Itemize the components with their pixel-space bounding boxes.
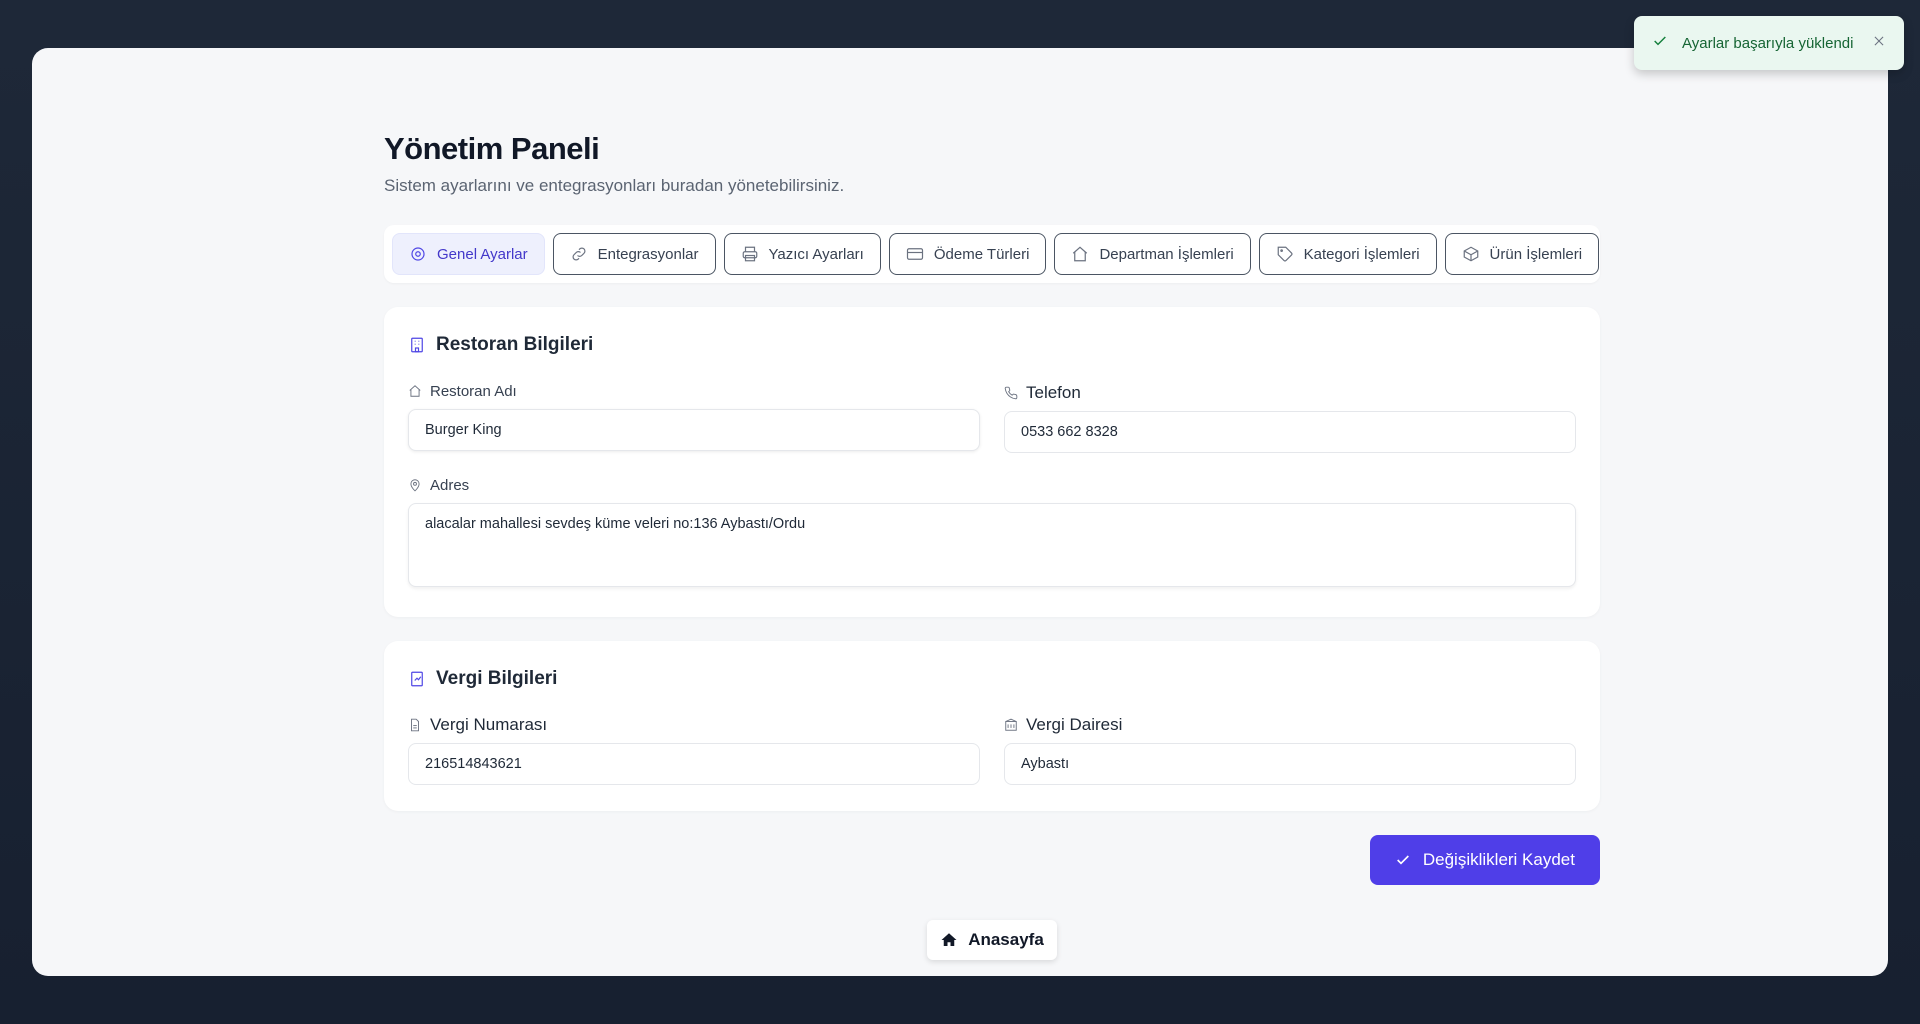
tab-department-operations[interactable]: Departman İşlemleri: [1054, 233, 1251, 275]
tab-product-operations[interactable]: Ürün İşlemleri: [1444, 233, 1600, 275]
tax-number-label: Vergi Numarası: [408, 715, 980, 735]
restaurant-info-card: Restoran Bilgileri Restoran Adı Burger K…: [384, 307, 1600, 617]
page-subtitle: Sistem ayarlarını ve entegrasyonları bur…: [384, 176, 845, 195]
restaurant-name-input[interactable]: Burger King: [408, 409, 980, 451]
tab-label: Ürün İşlemleri: [1489, 245, 1583, 263]
tax-number-field: Vergi Numarası 216514843621: [408, 715, 980, 785]
tax-office-input[interactable]: Aybastı: [1004, 743, 1576, 785]
printer-icon: [742, 246, 757, 262]
tab-printer-settings[interactable]: Yazıcı Ayarları: [723, 233, 881, 275]
building-icon: [411, 337, 423, 353]
restaurant-name-field: Restoran Adı Burger King: [408, 381, 980, 453]
save-button-label: Değişiklikleri Kaydet: [1422, 850, 1575, 869]
label-text: Vergi Numarası: [430, 715, 548, 734]
main-panel: Yönetim Paneli Sistem ayarlarını ve ente…: [32, 48, 1888, 976]
box-icon: [1463, 246, 1478, 262]
form-actions: Değişiklikleri Kaydet: [384, 835, 1600, 885]
restaurant-name-label: Restoran Adı: [408, 381, 980, 401]
tax-office-field: Vergi Dairesi Aybastı: [1004, 715, 1576, 785]
tag-icon: [1277, 246, 1293, 262]
gear-icon: [411, 247, 425, 261]
card-title-tax: Vergi Bilgileri: [408, 665, 1576, 693]
close-icon[interactable]: [1872, 34, 1886, 52]
phone-input[interactable]: 0533 662 8328: [1004, 411, 1576, 453]
tab-label: Yazıcı Ayarları: [768, 245, 864, 263]
check-icon: [1652, 33, 1668, 53]
tab-payment-types[interactable]: Ödeme Türleri: [888, 233, 1047, 275]
check-icon: [1396, 855, 1409, 865]
label-text: Adres: [430, 476, 470, 494]
settings-content: Yönetim Paneli Sistem ayarlarını ve ente…: [384, 80, 1600, 885]
address-textarea[interactable]: alacalar mahallesi sevdeş küme veleri no…: [408, 503, 1576, 587]
tab-label: Ödeme Türleri: [933, 245, 1030, 263]
tax-info-card: Vergi Bilgileri Vergi Numarası 216514843…: [384, 641, 1600, 811]
home-icon: [1073, 246, 1088, 262]
tab-label: Kategori İşlemleri: [1303, 245, 1420, 263]
card-title-text: Restoran Bilgileri: [436, 334, 594, 355]
label-text: Restoran Adı: [430, 382, 517, 400]
tab-label: Departman İşlemleri: [1099, 245, 1234, 263]
tab-label: Entegrasyonlar: [597, 245, 699, 263]
tab-label: Genel Ayarlar: [437, 245, 528, 263]
page-title: Yönetim Paneli: [384, 131, 600, 166]
tab-general-settings[interactable]: Genel Ayarlar: [392, 233, 545, 275]
document-icon: [411, 718, 419, 732]
phone-label: Telefon: [1004, 383, 1576, 403]
tab-category-operations[interactable]: Kategori İşlemleri: [1258, 233, 1437, 275]
building-icon: [1005, 718, 1017, 731]
home-button-label: Anasayfa: [968, 930, 1044, 949]
link-icon: [572, 247, 586, 261]
tax-number-input[interactable]: 216514843621: [408, 743, 980, 785]
credit-card-icon: [906, 248, 923, 260]
address-label: Adres: [408, 475, 1576, 495]
home-icon: [409, 385, 421, 397]
tax-office-label: Vergi Dairesi: [1004, 715, 1576, 735]
card-title-text: Vergi Bilgileri: [436, 668, 558, 689]
success-toast: Ayarlar başarıyla yüklendi: [1634, 16, 1904, 70]
map-pin-icon: [410, 479, 420, 492]
home-icon: [941, 933, 957, 946]
address-field: Adres alacalar mahallesi sevdeş küme vel…: [408, 475, 1576, 587]
settings-tabs: Genel Ayarlar Entegrasyonlar Yazıcı Ayar…: [384, 225, 1600, 283]
save-changes-button[interactable]: Değişiklikleri Kaydet: [1369, 835, 1600, 885]
receipt-icon: [411, 671, 423, 687]
card-title-restaurant: Restoran Bilgileri: [408, 331, 1576, 359]
label-text: Vergi Dairesi: [1026, 715, 1123, 734]
tab-integrations[interactable]: Entegrasyonlar: [552, 233, 716, 275]
phone-field: Telefon 0533 662 8328: [1004, 381, 1576, 453]
home-button[interactable]: Anasayfa: [927, 920, 1057, 960]
phone-icon: [1004, 386, 1018, 400]
toast-message: Ayarlar başarıyla yüklendi: [1682, 34, 1854, 52]
label-text: Telefon: [1026, 383, 1081, 402]
